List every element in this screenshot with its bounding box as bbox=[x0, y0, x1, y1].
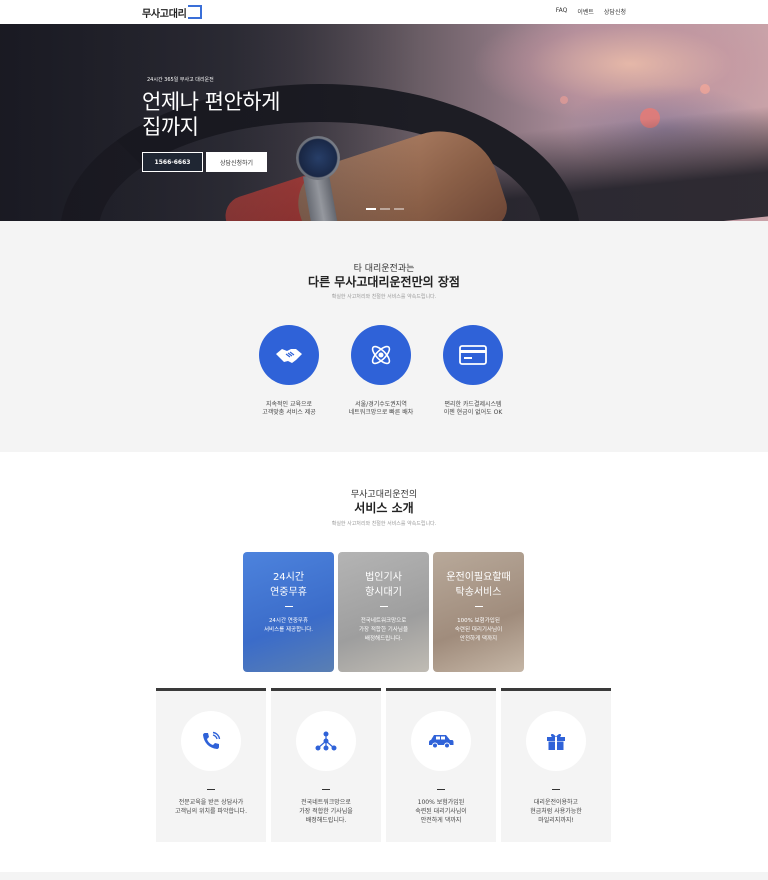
card-desc-line2: 숙련된 대리기사님이 bbox=[454, 627, 503, 633]
card-title-line2: 항시대기 bbox=[365, 587, 402, 598]
feature-icon-circle bbox=[259, 325, 319, 385]
site-logo[interactable]: 무사고대리 bbox=[142, 4, 202, 20]
service-card[interactable]: 24시간 연중무휴 24시간 연중무휴 서비스를 제공합니다. bbox=[243, 552, 334, 672]
car-icon bbox=[429, 735, 454, 749]
step-text-line3: 안전하게 댁까지 bbox=[420, 817, 462, 824]
feature-text-line2: 고객맞춤 서비스 제공 bbox=[262, 409, 316, 416]
hero-banner: 24시간 365일 무사고 대리운전 언제나 편안하게 집까지 1566-666… bbox=[0, 24, 768, 221]
logo-mark bbox=[187, 5, 202, 19]
slide-dot-2[interactable] bbox=[380, 208, 390, 210]
card-title-line2: 연중무휴 bbox=[270, 587, 307, 598]
slide-dot-1[interactable] bbox=[366, 208, 376, 210]
handshake-icon bbox=[276, 349, 302, 363]
service-step-box: 100% 보험가입된 숙련된 대리기사님이 안전하게 댁까지 bbox=[386, 688, 496, 842]
main-nav: FAQ 이벤트 상담신청 bbox=[556, 7, 626, 16]
service-step-box: 전문교육을 받은 상담사가 고객님의 위치를 파악합니다. bbox=[156, 688, 266, 842]
services-title: 서비스 소개 bbox=[354, 501, 414, 515]
footer-strip bbox=[0, 872, 768, 880]
phone-button[interactable]: 1566-6663 bbox=[142, 152, 203, 172]
consult-button[interactable]: 상담신청하기 bbox=[206, 152, 267, 172]
step-text-line1: 전문교육을 받은 상담사가 bbox=[178, 799, 244, 806]
card-title-line1: 24시간 bbox=[272, 572, 305, 583]
step-text-line2: 가장 적합한 기사님을 bbox=[299, 808, 353, 815]
feature-text-line1: 편리한 카드결제시스템 bbox=[444, 401, 502, 408]
feature-text-line1: 서울/경기수도권지역 bbox=[355, 401, 407, 408]
hero-subtitle: 24시간 365일 무사고 대리운전 bbox=[147, 77, 214, 83]
site-header: 무사고대리 FAQ 이벤트 상담신청 bbox=[0, 0, 768, 24]
step-text-line1: 전국네트워크망으로 bbox=[301, 799, 351, 806]
step-text-line1: 대리운전이용하고 bbox=[533, 799, 579, 806]
atom-icon bbox=[371, 345, 391, 365]
service-step-box: 대리운전이용하고 현금처럼 사용가능한 마일리지까지! bbox=[501, 688, 611, 842]
network-icon bbox=[315, 731, 337, 751]
card-title-line1: 법인기사 bbox=[365, 572, 402, 583]
step-text-line2: 숙련된 대리기사님이 bbox=[415, 808, 467, 815]
feature-text-line2: 네트워크망으로 빠른 배차 bbox=[348, 409, 414, 416]
hero-title-line2: 집까지 bbox=[142, 115, 199, 139]
services-desc: 확실한 사고처리와 친절한 서비스를 약속드립니다. bbox=[331, 521, 437, 527]
feature-text-line2: 이젠 현금이 없어도 OK bbox=[443, 409, 503, 416]
services-section: 무사고대리운전의 서비스 소개 확실한 사고처리와 친절한 서비스를 약속드립니… bbox=[0, 452, 768, 880]
card-desc-line1: 24시간 연중무휴 bbox=[268, 618, 309, 624]
feature-item: 편리한 카드결제시스템 이젠 현금이 없어도 OK bbox=[423, 325, 523, 417]
feature-item: 서울/경기수도권지역 네트워크망으로 빠른 배차 bbox=[331, 325, 431, 417]
service-step-box: 전국네트워크망으로 가장 적합한 기사님을 배정해드립니다. bbox=[271, 688, 381, 842]
step-text-line3: 마일리지까지! bbox=[538, 817, 574, 824]
service-card[interactable]: 법인기사 항시대기 전국네트워크망으로 가장 적합한 기사님을 배정해드립니다. bbox=[338, 552, 429, 672]
hero-title: 언제나 편안하게 집까지 bbox=[142, 90, 402, 140]
card-desc-line3: 배정해드립니다. bbox=[364, 636, 403, 642]
credit-card-icon bbox=[459, 345, 487, 365]
logo-text: 무사고대리 bbox=[142, 8, 187, 20]
nav-faq[interactable]: FAQ bbox=[556, 7, 568, 16]
card-title-line2: 탁송서비스 bbox=[455, 587, 502, 598]
card-title-line1: 운전이필요할때 bbox=[446, 572, 511, 583]
feature-text-line1: 지속적인 교육으로 bbox=[265, 401, 313, 408]
nav-event[interactable]: 이벤트 bbox=[577, 7, 594, 16]
service-card[interactable]: 운전이필요할때 탁송서비스 100% 보험가입된 숙련된 대리기사님이 안전하게… bbox=[433, 552, 524, 672]
card-desc-line2: 서비스를 제공합니다. bbox=[263, 627, 314, 633]
step-text-line3: 배정해드립니다. bbox=[305, 817, 347, 824]
step-text-line2: 현금처럼 사용가능한 bbox=[530, 808, 582, 815]
slide-dot-3[interactable] bbox=[394, 208, 404, 210]
feature-item: 지속적인 교육으로 고객맞춤 서비스 제공 bbox=[239, 325, 339, 417]
step-text-line1: 100% 보험가입된 bbox=[417, 799, 465, 806]
hero-title-line1: 언제나 편안하게 bbox=[142, 90, 280, 114]
gift-icon bbox=[547, 733, 565, 750]
features-section: 타 대리운전과는 다른 무사고대리운전만의 장점 확실한 사고처리와 친절한 서… bbox=[0, 221, 768, 452]
feature-icon-circle bbox=[443, 325, 503, 385]
phone-icon bbox=[203, 731, 221, 749]
step-text-line2: 고객님의 위치를 파악합니다. bbox=[175, 808, 247, 815]
card-desc-line1: 100% 보험가입된 bbox=[457, 618, 500, 624]
nav-consult[interactable]: 상담신청 bbox=[604, 7, 626, 16]
card-desc-line2: 가장 적합한 기사님을 bbox=[358, 627, 409, 633]
features-title: 다른 무사고대리운전만의 장점 bbox=[308, 275, 460, 289]
card-desc-line1: 전국네트워크망으로 bbox=[360, 618, 407, 624]
slider-indicator bbox=[366, 208, 404, 210]
feature-icon-circle bbox=[351, 325, 411, 385]
card-desc-line3: 안전하게 댁까지 bbox=[459, 636, 498, 642]
features-desc: 확실한 사고처리와 친절한 서비스를 약속드립니다. bbox=[331, 294, 437, 300]
